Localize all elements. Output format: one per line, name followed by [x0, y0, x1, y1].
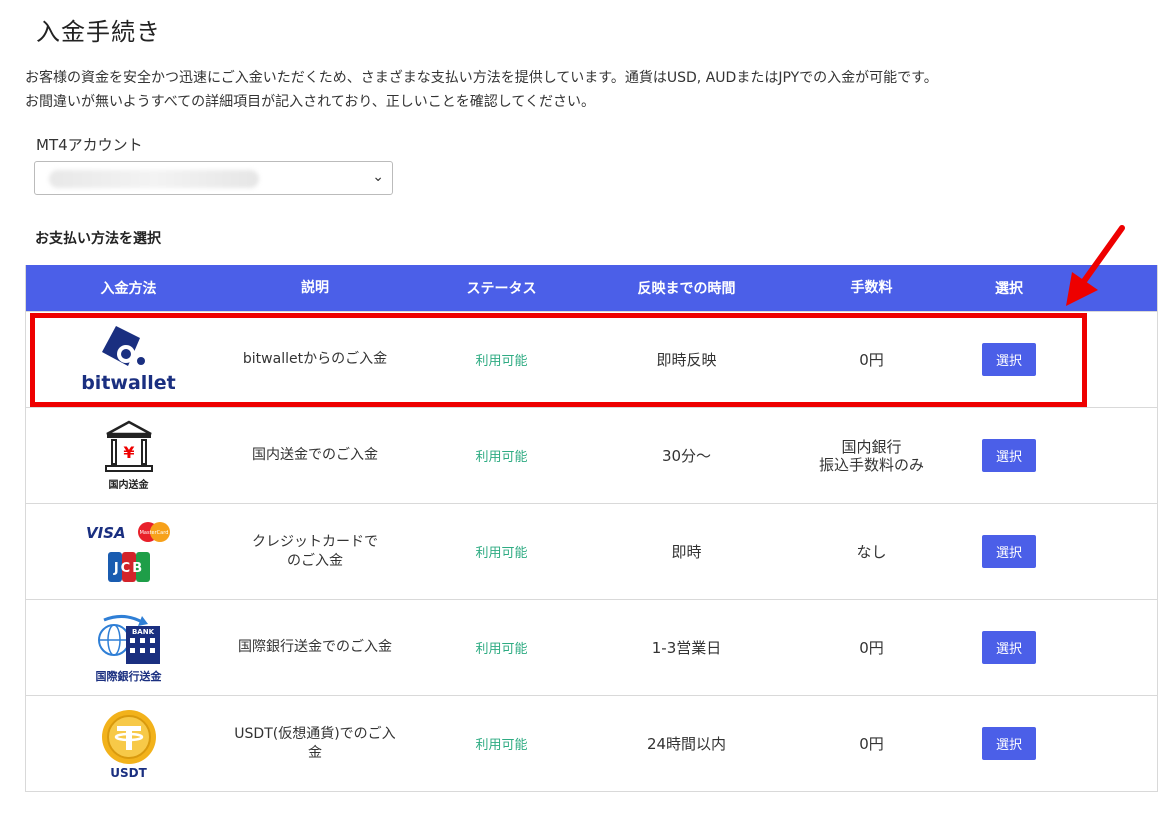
visa-logo: VISA: [86, 524, 126, 542]
account-label: MT4アカウント: [36, 136, 143, 154]
row-time: 24時間以内: [646, 735, 727, 753]
select-button-usdt[interactable]: 選択: [982, 727, 1036, 760]
row-fee: 0円: [859, 734, 884, 753]
table-row: VISA MasterCard JCB クレジットカードでのご入金 利用可能 即…: [26, 503, 1157, 599]
description-line-1: お客様の資金を安全かつ迅速にご入金いただくため、さまざまな支払い方法を提供してい…: [25, 70, 938, 86]
row-fee-line1: 国内銀行: [841, 437, 902, 456]
select-button-domestic[interactable]: 選択: [982, 439, 1036, 472]
header-status: ステータス: [466, 281, 537, 297]
account-select[interactable]: ⌄: [34, 161, 393, 195]
row-fee: 0円: [859, 350, 884, 369]
table-row: ¥ 国内送金 国内送金でのご入金 利用可能 30分～ 国内銀行 振込手数料のみ …: [26, 407, 1157, 503]
international-bank-logo: BANK 国際銀行送金: [94, 612, 164, 684]
row-time: 即時: [671, 543, 702, 561]
method-logo: VISA MasterCard JCB: [26, 520, 231, 584]
header-description: 説明: [301, 279, 329, 296]
bank-label: BANK: [131, 628, 154, 636]
credit-card-logos: VISA MasterCard JCB: [86, 521, 170, 582]
header-fee: 手数料: [850, 280, 893, 296]
header-method: 入金方法: [100, 281, 157, 297]
section-title: お支払い方法を選択: [35, 231, 161, 247]
description-line-2: お間違いが無いようすべての詳細項目が記入されており、正しいことを確認してください…: [25, 94, 595, 110]
chevron-down-icon: ⌄: [372, 169, 384, 185]
select-button-international[interactable]: 選択: [982, 631, 1036, 664]
row-status: 利用可能: [475, 354, 528, 369]
page-description: お客様の資金を安全かつ迅速にご入金いただくため、さまざまな支払い方法を提供してい…: [25, 66, 938, 114]
row-status: 利用可能: [475, 546, 528, 561]
bitwallet-wordmark: bitwallet: [81, 371, 176, 394]
row-time: 即時反映: [656, 351, 717, 369]
account-value-blurred: [49, 170, 259, 188]
usdt-caption: USDT: [110, 765, 147, 780]
bitwallet-logo: bitwallet: [81, 325, 176, 394]
row-select-cell: 選択: [974, 727, 1044, 760]
bitwallet-mark-icon: [102, 325, 146, 366]
row-description: USDT(仮想通貨)でのご入金: [234, 725, 396, 761]
bank-building-icon: ¥: [104, 420, 153, 472]
select-button-credit-card[interactable]: 選択: [982, 535, 1036, 568]
domestic-caption: 国内送金: [108, 480, 149, 491]
row-status: 利用可能: [475, 642, 528, 657]
method-logo: bitwallet: [26, 325, 231, 394]
domestic-bank-logo: ¥ 国内送金: [103, 420, 155, 491]
page-title: 入金手続き: [36, 18, 161, 46]
row-status: 利用可能: [475, 450, 528, 465]
method-logo: ¥ 国内送金: [26, 420, 231, 491]
mastercard-text: MasterCard: [139, 530, 168, 536]
table-row: USDT USDT(仮想通貨)でのご入金 利用可能 24時間以内 0円 選択: [26, 695, 1157, 791]
table-row: bitwallet bitwalletからのご入金 利用可能 即時反映 0円 選…: [26, 311, 1157, 407]
method-logo: USDT: [26, 708, 231, 780]
select-button-bitwallet[interactable]: 選択: [982, 343, 1036, 376]
row-status: 利用可能: [475, 738, 528, 753]
row-time: 30分～: [661, 447, 712, 465]
row-description: 国際銀行送金でのご入金: [238, 639, 392, 655]
row-select-cell: 選択: [974, 343, 1044, 376]
row-fee-line2: 振込手数料のみ: [818, 455, 924, 474]
header-time: 反映までの時間: [637, 281, 736, 297]
international-caption: 国際銀行送金: [95, 669, 162, 683]
header-select: 選択: [995, 281, 1023, 297]
row-fee: なし: [856, 542, 887, 561]
globe-bank-icon: BANK: [97, 614, 160, 664]
row-fee: 国内銀行 振込手数料のみ: [769, 438, 974, 474]
usdt-logo: USDT: [100, 708, 158, 780]
jcb-text: JCB: [112, 561, 143, 576]
usdt-coin-icon: [101, 709, 156, 764]
method-logo: BANK 国際銀行送金: [26, 612, 231, 684]
row-fee: 0円: [859, 638, 884, 657]
row-time: 1-3営業日: [651, 639, 722, 657]
table-row: BANK 国際銀行送金 国際銀行送金でのご入金 利用可能 1-3営業日 0円 選…: [26, 599, 1157, 695]
table-header: 入金方法 説明 ステータス 反映までの時間 手数料 選択: [26, 265, 1157, 311]
yen-symbol: ¥: [123, 443, 134, 462]
row-select-cell: 選択: [974, 535, 1044, 568]
row-description: 国内送金でのご入金: [252, 447, 378, 463]
payment-methods-table: 入金方法 説明 ステータス 反映までの時間 手数料 選択 bitwallet b…: [25, 265, 1158, 792]
row-description: クレジットカードでのご入金: [252, 533, 378, 569]
row-description: bitwalletからのご入金: [242, 351, 388, 367]
row-select-cell: 選択: [974, 439, 1044, 472]
row-select-cell: 選択: [974, 631, 1044, 664]
red-arrow-icon: [1066, 225, 1125, 306]
